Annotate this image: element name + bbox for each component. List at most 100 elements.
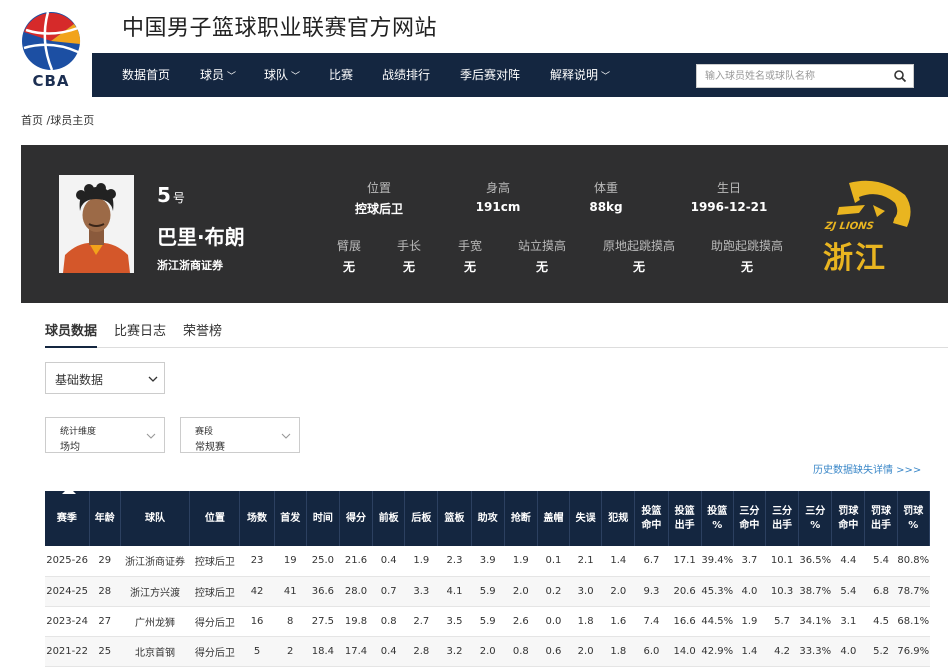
- table-cell: 控球后卫: [189, 546, 240, 577]
- table-cell: 3.1: [831, 606, 865, 637]
- table-cell: 20.6: [668, 576, 702, 607]
- column-header[interactable]: 罚球 出手: [864, 491, 898, 546]
- column-header[interactable]: 抢断: [504, 491, 538, 546]
- table-cell: 8: [274, 606, 307, 637]
- team-logo-cn: 浙江: [823, 241, 887, 276]
- chevron-down-icon: ﹀: [291, 72, 301, 82]
- table-cell: 3.5: [437, 606, 472, 637]
- column-header[interactable]: 后板: [404, 491, 439, 546]
- table-cell: 25: [89, 636, 121, 667]
- table-row: 2025-26 29 浙江浙商证券 控球后卫 23 19 25.0 21.6 0.4 1.9 2.3…: [45, 546, 930, 577]
- player-team[interactable]: 浙江浙商证券: [157, 257, 223, 273]
- table-cell: 4.0: [831, 636, 865, 667]
- table-cell: 2023-24: [45, 606, 90, 637]
- table-cell: 2.6: [504, 606, 538, 637]
- nav-item-playoffs[interactable]: 季后赛对阵: [460, 53, 520, 97]
- history-data-link[interactable]: 历史数据缺失详情 >>>: [813, 461, 921, 476]
- tab-player-stats[interactable]: 球员数据: [45, 320, 98, 348]
- column-header[interactable]: 场数: [239, 491, 275, 546]
- jersey-number: 5号: [157, 183, 185, 207]
- team-logo[interactable]: ZJ LIONS 浙江: [819, 177, 919, 276]
- column-header[interactable]: 犯规: [601, 491, 636, 546]
- column-header[interactable]: 三分 %: [798, 491, 833, 546]
- table-cell: 0.2: [537, 576, 570, 607]
- column-header[interactable]: 得分: [339, 491, 374, 546]
- nav-item-games[interactable]: 比赛: [329, 53, 353, 97]
- table-cell: 4.1: [437, 576, 472, 607]
- table-cell: 68.1%: [897, 606, 930, 637]
- table-cell: 控球后卫: [189, 576, 240, 607]
- table-cell: 5.4: [864, 546, 898, 577]
- chevron-down-icon: [146, 433, 156, 439]
- column-header[interactable]: 罚球 命中: [831, 491, 866, 546]
- table-cell: 4.2: [765, 636, 799, 667]
- cba-logo[interactable]: CBA: [18, 10, 84, 92]
- stage-select[interactable]: 赛段 常规赛: [180, 417, 300, 453]
- table-cell: 3.0: [569, 576, 602, 607]
- table-cell: 10.1: [765, 546, 799, 577]
- tab-honors[interactable]: 荣誉榜: [183, 320, 222, 348]
- table-row: 2021-22 25 北京首钢 得分后卫 5 2 18.4 17.4 0.4 2.8 3.2 2.0 0…: [45, 636, 930, 667]
- dimension-select[interactable]: 统计维度 场均: [45, 417, 165, 453]
- column-header[interactable]: 失误: [569, 491, 603, 546]
- table-cell: 17.1: [668, 546, 702, 577]
- search-icon[interactable]: [893, 69, 907, 83]
- table-cell: 41: [274, 576, 307, 607]
- table-cell: 76.9%: [897, 636, 930, 667]
- chevron-down-icon: ﹀: [601, 72, 611, 82]
- chevron-down-icon: ﹀: [227, 72, 237, 82]
- logo-text: CBA: [32, 72, 70, 90]
- table-cell: 0.7: [372, 576, 405, 607]
- table-cell[interactable]: 浙江浙商证券: [120, 546, 190, 577]
- table-cell: 33.3%: [798, 636, 832, 667]
- column-header[interactable]: 助攻: [471, 491, 505, 546]
- column-header[interactable]: 罚球 %: [897, 491, 931, 546]
- column-header[interactable]: 三分 出手: [765, 491, 800, 546]
- column-header[interactable]: 篮板: [437, 491, 472, 546]
- site-title: 中国男子篮球职业联赛官方网站: [122, 16, 438, 41]
- table-cell: 16.6: [668, 606, 702, 637]
- table-cell[interactable]: 广州龙狮: [120, 606, 190, 637]
- column-header[interactable]: 前板: [372, 491, 406, 546]
- column-header[interactable]: 位置: [189, 491, 241, 546]
- table-cell: 39.4%: [701, 546, 734, 577]
- column-header[interactable]: 投篮 命中: [634, 491, 669, 546]
- nav-item-players[interactable]: 球员 ﹀: [200, 53, 236, 97]
- data-type-select[interactable]: 基础数据: [45, 362, 165, 394]
- table-cell: 5.9: [471, 606, 505, 637]
- table-cell: 38.7%: [798, 576, 832, 607]
- column-header[interactable]: 年龄: [89, 491, 121, 546]
- table-cell[interactable]: 北京首钢: [120, 636, 190, 667]
- table-cell: 9.3: [634, 576, 669, 607]
- player-banner: 5号 巴里·布朗 浙江浙商证券 位置 控球后卫 身高 191cm 体重 88kg 生日…: [21, 145, 948, 303]
- table-cell: 2: [274, 636, 307, 667]
- tab-game-log[interactable]: 比赛日志: [114, 320, 166, 348]
- table-cell: 16: [239, 606, 275, 637]
- team-logo-text: ZJ LIONS: [824, 221, 875, 232]
- column-header[interactable]: 盖帽: [537, 491, 571, 546]
- column-header[interactable]: 球队: [120, 491, 191, 546]
- nav-item-teams[interactable]: 球队 ﹀: [264, 53, 300, 97]
- nav-item-data-home[interactable]: 数据首页: [122, 53, 170, 97]
- column-header[interactable]: 时间: [306, 491, 340, 546]
- search-input[interactable]: [697, 65, 887, 87]
- table-cell: 2.7: [404, 606, 438, 637]
- breadcrumb[interactable]: 首页 /球员主页: [21, 112, 94, 128]
- table-cell: 18.4: [306, 636, 340, 667]
- attr-position: 位置 控球后卫: [354, 181, 403, 216]
- column-header[interactable]: 投篮 出手: [668, 491, 702, 546]
- column-header[interactable]: 投篮 %: [701, 491, 734, 546]
- table-header-row: 赛季 年龄 球队 位置 场数 首发 时间 得分 前板 后板 篮板 助攻 抢断 盖帽 失误 犯规 投篮 命中 投篮 …: [45, 491, 931, 546]
- table-cell: 42.9%: [701, 636, 734, 667]
- attr-birthday: 生日 1996-12-21: [690, 181, 768, 214]
- table-cell: 4.4: [831, 546, 865, 577]
- column-header[interactable]: 赛季: [45, 491, 90, 546]
- table-cell: 0.0: [537, 606, 570, 637]
- table-cell: 2021-22: [45, 636, 90, 667]
- nav-item-explanation[interactable]: 解释说明 ﹀: [550, 53, 610, 97]
- table-cell[interactable]: 浙江方兴渡: [120, 576, 190, 607]
- column-header[interactable]: 首发: [274, 491, 307, 546]
- nav-item-standings[interactable]: 战绩排行: [382, 53, 430, 97]
- column-header[interactable]: 三分 命中: [733, 491, 766, 546]
- table-row: 2024-25 28 浙江方兴渡 控球后卫 42 41 36.6 28.0 0.7 3.3 4.1 5…: [45, 576, 930, 607]
